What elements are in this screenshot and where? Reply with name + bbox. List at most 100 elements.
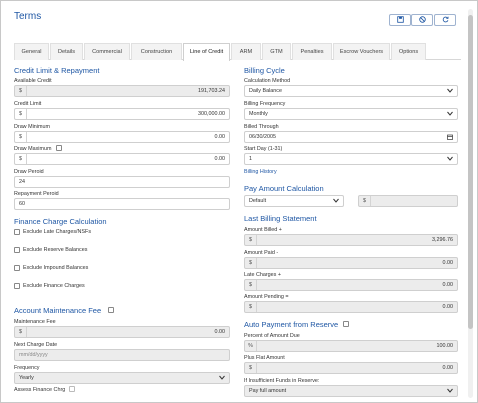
cancel-button[interactable]: [411, 14, 433, 26]
plus-flat-amount-value: 0.00: [442, 365, 454, 371]
maintenance-fee-checkbox[interactable]: [108, 307, 114, 313]
currency-prefix: $: [245, 363, 257, 373]
start-day-value: 1: [249, 156, 252, 162]
insufficient-funds-label: If Insufficient Funds in Reserve:: [244, 378, 320, 384]
currency-prefix: $: [15, 109, 27, 119]
next-charge-date-field[interactable]: mm/dd/yyyy: [14, 349, 230, 361]
tab-arm[interactable]: ARM: [231, 43, 261, 60]
insufficient-funds-select[interactable]: Pay full amount: [244, 385, 458, 397]
auto-payment-section-title: Auto Payment from Reserve: [244, 320, 339, 329]
last-billing-section-title: Last Billing Statement: [244, 214, 317, 223]
exclude-finance-charges-label: Exclude Finance Charges: [23, 283, 85, 289]
pay-amount-select[interactable]: Default: [244, 195, 344, 207]
billing-cycle-section-title: Billing Cycle: [244, 66, 285, 75]
draw-maximum-checkbox[interactable]: [56, 145, 62, 151]
draw-maximum-field[interactable]: $ 0.00: [14, 153, 230, 165]
amount-pending-field[interactable]: $ 0.00: [244, 301, 458, 313]
percent-amount-due-label: Percent of Amount Due: [244, 333, 300, 339]
exclude-late-charges-checkbox[interactable]: [14, 229, 20, 235]
maintenance-section-title: Account Maintenance Fee: [14, 306, 102, 315]
credit-limit-label: Credit Limit: [14, 101, 42, 107]
repayment-period-value: 60: [19, 201, 25, 207]
late-charges-value: 0.00: [442, 282, 454, 288]
percent-prefix: %: [245, 341, 257, 351]
save-button[interactable]: [389, 14, 411, 26]
calculation-method-select[interactable]: Daily Balance: [244, 85, 458, 97]
late-charges-label: Late Charges +: [244, 272, 282, 278]
billed-through-field[interactable]: 06/30/2005: [244, 131, 458, 143]
draw-period-value: 24: [19, 179, 25, 185]
billed-through-label: Billed Through: [244, 124, 279, 130]
next-charge-date-placeholder: mm/dd/yyyy: [19, 352, 48, 358]
billing-frequency-value: Monthly: [249, 111, 268, 117]
currency-prefix: $: [245, 258, 257, 268]
exclude-late-charges-label: Exclude Late Charges/NSFs: [23, 229, 92, 235]
currency-prefix: $: [15, 327, 27, 337]
amount-billed-label: Amount Billed +: [244, 227, 282, 233]
chevron-down-icon: [333, 198, 339, 205]
tab-gtm[interactable]: GTM: [262, 43, 291, 60]
tab-options[interactable]: Options: [391, 43, 426, 60]
billing-frequency-select[interactable]: Monthly: [244, 108, 458, 120]
draw-minimum-label: Draw Minimum: [14, 124, 50, 130]
amount-paid-field[interactable]: $ 0.00: [244, 257, 458, 269]
exclude-reserve-balances-checkbox[interactable]: [14, 247, 20, 253]
available-credit-label: Available Credit: [14, 78, 52, 84]
calculation-method-label: Calculation Method: [244, 78, 291, 84]
vertical-scrollbar[interactable]: [468, 9, 473, 398]
chevron-down-icon: [447, 111, 453, 118]
assess-finance-charge-checkbox[interactable]: [69, 386, 75, 392]
maintenance-fee-field[interactable]: $ 0.00: [14, 326, 230, 338]
exclude-impound-balances-label: Exclude Impound Balances: [23, 265, 89, 271]
scrollbar-thumb[interactable]: [468, 15, 473, 329]
draw-period-field[interactable]: 24: [14, 176, 230, 188]
tab-escrow-vouchers[interactable]: Escrow Vouchers: [333, 43, 390, 60]
percent-amount-due-field[interactable]: % 100.00: [244, 340, 458, 352]
draw-minimum-field[interactable]: $ 0.00: [14, 131, 230, 143]
currency-prefix: $: [15, 154, 27, 164]
plus-flat-amount-field[interactable]: $ 0.00: [244, 362, 458, 374]
draw-maximum-label: Draw Maximum: [14, 146, 52, 152]
available-credit-field[interactable]: $ 191,703.24: [14, 85, 230, 97]
refresh-icon: [442, 16, 449, 25]
frequency-select[interactable]: Yearly: [14, 372, 230, 384]
chevron-down-icon: [219, 375, 225, 382]
repayment-period-label: Repayment Peroid: [14, 191, 59, 197]
auto-payment-checkbox[interactable]: [343, 321, 349, 327]
credit-limit-value: 300,000.00: [198, 111, 225, 117]
tab-line-of-credit[interactable]: Line of Credit: [183, 43, 230, 61]
insufficient-funds-value: Pay full amount: [249, 388, 287, 394]
currency-prefix: $: [15, 86, 27, 96]
maintenance-fee-value: 0.00: [214, 329, 226, 335]
tab-general[interactable]: General: [14, 43, 49, 60]
currency-prefix: $: [245, 235, 257, 245]
pay-amount-field[interactable]: $: [358, 195, 458, 207]
credit-limit-field[interactable]: $ 300,000.00: [14, 108, 230, 120]
start-day-select[interactable]: 1: [244, 153, 458, 165]
draw-maximum-value: 0.00: [214, 156, 226, 162]
chevron-down-icon: [447, 388, 453, 395]
chevron-down-icon: [447, 156, 453, 163]
tab-commercial[interactable]: Commercial: [84, 43, 130, 60]
currency-prefix: $: [15, 132, 27, 142]
tab-details[interactable]: Details: [50, 43, 83, 60]
late-charges-field[interactable]: $ 0.00: [244, 279, 458, 291]
calendar-icon[interactable]: [447, 134, 453, 142]
tab-penalties[interactable]: Penalties: [292, 43, 332, 60]
exclude-impound-balances-checkbox[interactable]: [14, 265, 20, 271]
terms-panel: Terms General Details Commercial Constru…: [0, 0, 478, 403]
exclude-finance-charges-checkbox[interactable]: [14, 283, 20, 289]
exclude-reserve-balances-label: Exclude Reserve Balances: [23, 247, 88, 253]
frequency-label: Frequency: [14, 365, 40, 371]
plus-flat-amount-label: Plus Flat Amount: [244, 355, 285, 361]
assess-finance-charge-label: Assess Finance Chrg: [14, 387, 66, 393]
billing-history-link[interactable]: Billing History: [244, 169, 277, 175]
amount-paid-value: 0.00: [442, 260, 454, 266]
finance-section-title: Finance Charge Calculation: [14, 217, 107, 226]
repayment-period-field[interactable]: 60: [14, 198, 230, 210]
frequency-value: Yearly: [19, 375, 34, 381]
tab-construction[interactable]: Construction: [131, 43, 182, 60]
amount-billed-field[interactable]: $ 3,296.76: [244, 234, 458, 246]
refresh-button[interactable]: [434, 14, 456, 26]
credit-section-title: Credit Limit & Repayment: [14, 66, 100, 75]
